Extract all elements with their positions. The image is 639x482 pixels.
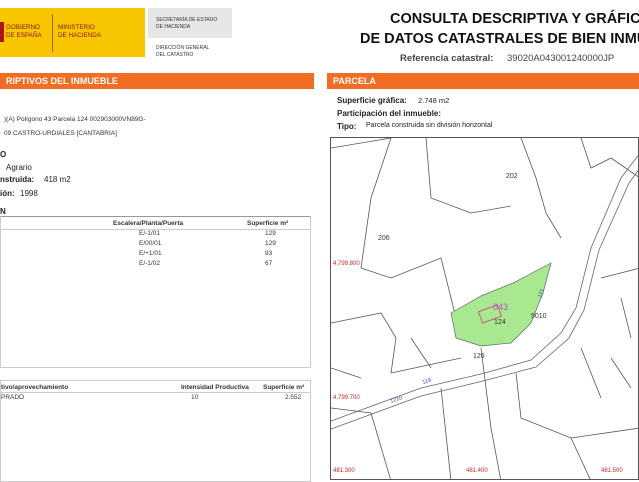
parcel-label: 206 <box>378 235 390 242</box>
constructions-table: Escalera/Planta/Puerta Superficie m² E/-… <box>0 216 311 368</box>
construction-surface: 129 <box>265 240 276 247</box>
parcel-label: 124 <box>494 319 506 326</box>
year-value: 1998 <box>20 189 38 198</box>
coordinate-label: 4.799.700 <box>333 395 360 401</box>
title-line2: DE DATOS CATASTRALES DE BIEN INMU <box>360 31 639 47</box>
crops-table: tivo/aprovechamiento Intensidad Producti… <box>0 380 311 482</box>
crop-intensity: 10 <box>191 394 199 401</box>
class-label: O <box>0 150 7 159</box>
built-area-label: nstruida: <box>0 175 35 184</box>
section-header-parcel: PARCELA <box>327 73 639 89</box>
type-label: Tipo: <box>337 122 357 131</box>
parcel-label: 126 <box>473 353 485 360</box>
location-line1: )(A) Polígono 43 Parcela 124 002903000VN… <box>4 116 146 123</box>
title-line1: CONSULTA DESCRIPTIVA Y GRÁFICA <box>390 11 639 27</box>
construction-floor: E/-1/02 <box>139 260 160 267</box>
col-header-crop-surface: Superficie m² <box>263 384 305 391</box>
secretariat-line1: SECRETARÍA DE ESTADO <box>156 17 218 23</box>
logo-text-line2: DE ESPAÑA <box>6 32 42 39</box>
map-drawing: 202 206 124 126 9010 043 4.799.800 4.799.700 481… <box>331 138 638 479</box>
location-line2: 09 CASTRO-URDIALES [CANTABRIA] <box>4 130 117 137</box>
col-header-floor: Escalera/Planta/Puerta <box>113 220 184 227</box>
construction-floor: E/00/01 <box>139 240 162 247</box>
secretariat-line2: DE HACIENDA <box>156 23 191 30</box>
coat-of-arms-icon <box>0 22 4 47</box>
reference-value: 39020A043001240000JP <box>507 53 615 64</box>
coordinate-label: 481.300 <box>333 468 355 474</box>
page-title: CONSULTA DESCRIPTIVA Y GRÁFICA DE DATOS … <box>330 9 639 49</box>
direction-line1: DIRECCIÓN GENERAL <box>156 45 210 51</box>
surface-value: 2.748 m2 <box>418 96 450 105</box>
logo-text-line1: GOBIERNO <box>6 24 40 31</box>
ministry-line2: DE HACIENDA <box>58 32 102 39</box>
ministry-line1: MINISTERIO <box>58 24 95 31</box>
surface-label: Superficie gráfica: <box>337 96 407 105</box>
coordinate-label: 481.500 <box>601 468 623 474</box>
construction-floor: E/+1/01 <box>139 250 162 257</box>
crop-surface: 2.552 <box>285 394 302 401</box>
use-value: Agrario <box>6 163 32 172</box>
coordinate-label: 481.400 <box>466 468 488 474</box>
coordinate-label: 4.799.800 <box>333 261 360 267</box>
parcel-label: 202 <box>506 173 518 180</box>
government-logo: GOBIERNO DE ESPAÑA MINISTERIO DE HACIEND… <box>0 8 145 57</box>
built-area-value: 418 m2 <box>44 175 71 184</box>
participation-label: Participación del inmueble: <box>337 109 442 118</box>
col-header-crop: tivo/aprovechamiento <box>1 384 69 391</box>
parcel-label: 043 <box>493 302 508 312</box>
secretariat-box: SECRETARÍA DE ESTADO DE HACIENDA <box>148 8 232 38</box>
construction-surface: 93 <box>265 250 273 257</box>
crop-name: PRADO <box>1 394 25 401</box>
type-value: Parcela construida sin división horizont… <box>366 122 493 129</box>
road-label: 119 <box>422 377 432 385</box>
construction-surface: 129 <box>265 230 276 237</box>
direction-label: DIRECCIÓN GENERAL DEL CATASTRO <box>156 45 209 58</box>
construction-title: N <box>0 207 6 216</box>
parcel-label: 9010 <box>531 313 547 320</box>
direction-line2: DEL CATASTRO <box>156 51 194 58</box>
col-header-intensity: Intensidad Productiva <box>181 384 249 391</box>
year-label: ión: <box>0 189 15 198</box>
reference-label: Referencia catastral: <box>400 53 494 64</box>
section-header-descriptive: RIPTIVOS DEL INMUEBLE <box>0 73 314 89</box>
construction-surface: 67 <box>265 260 273 267</box>
construction-floor: E/-1/01 <box>139 230 160 237</box>
cadastral-map[interactable]: 202 206 124 126 9010 043 4.799.800 4.799.700 481… <box>330 137 639 480</box>
col-header-surface: Superficie m² <box>247 220 289 227</box>
